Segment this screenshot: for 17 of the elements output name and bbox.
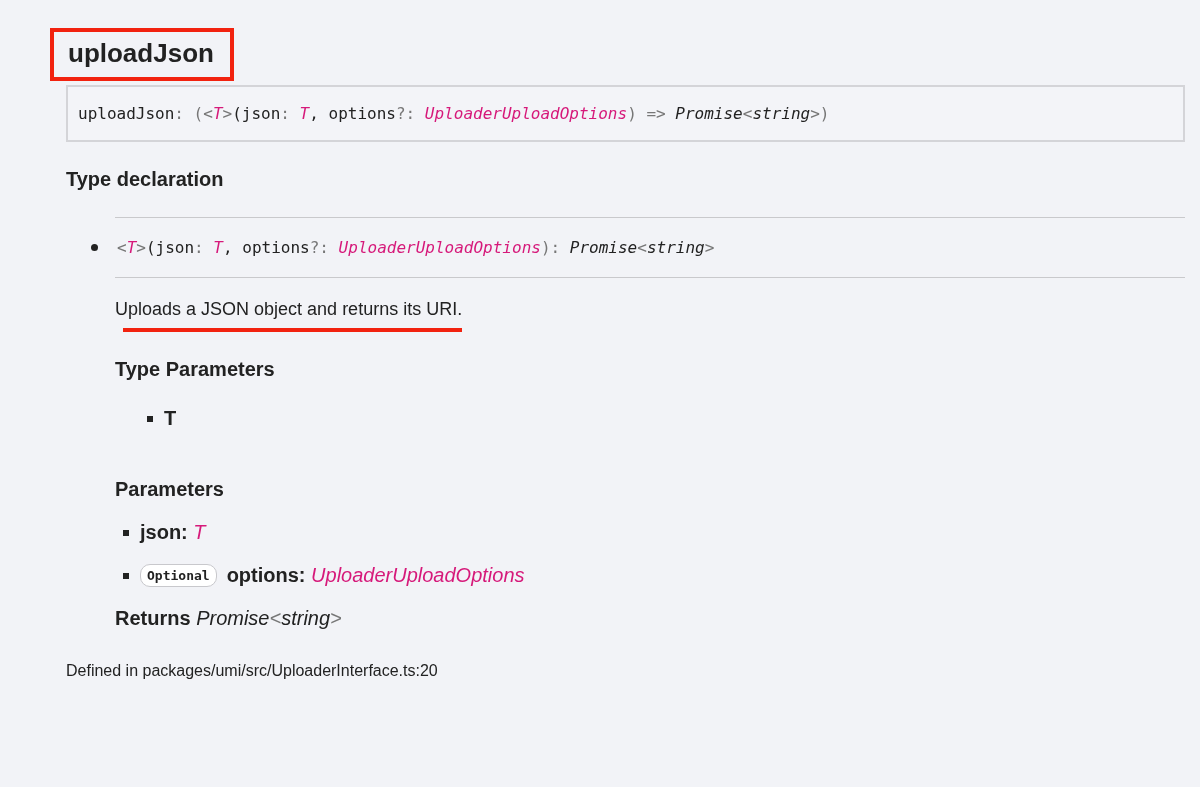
bullet-icon <box>123 572 129 579</box>
section-heading: Type declaration <box>66 168 225 191</box>
call-signature: <T>(json: T, options?: UploaderUploadOptions): Promise<string> <box>117 238 715 257</box>
type-parameter: T <box>164 407 177 430</box>
description: Uploads a JSON object and returns its URI. <box>115 299 463 332</box>
signature-code: uploadJson: (<T>(json: T, options?: UploaderUploadOptions) => Promise<string>) <box>66 85 1185 142</box>
member-title: uploadJson <box>68 38 214 69</box>
bullet-icon <box>123 529 129 536</box>
parameter: json: T <box>140 521 206 544</box>
source-location: Defined in packages/umi/src/UploaderInterface.ts:20 <box>66 662 439 680</box>
parameter: options: UploaderUploadOptions <box>226 564 525 587</box>
returns-line: Returns Promise<string> <box>115 607 343 630</box>
section-heading: Type Parameters <box>115 358 276 381</box>
bullet-icon <box>91 244 98 251</box>
bullet-icon <box>147 415 153 422</box>
optional-badge: Optional <box>140 564 217 587</box>
section-heading: Parameters <box>115 478 225 501</box>
